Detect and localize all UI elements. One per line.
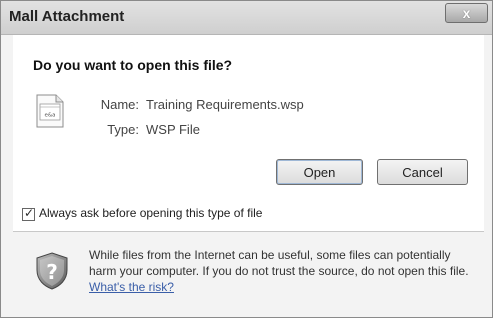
- open-button[interactable]: Open: [276, 159, 363, 185]
- always-ask-label[interactable]: Always ask before opening this type of f…: [39, 206, 262, 220]
- close-button[interactable]: x: [445, 3, 488, 23]
- svg-text:?: ?: [46, 260, 58, 284]
- file-type-value: WSP File: [146, 122, 200, 137]
- window-title: Mall Attachment: [9, 8, 125, 25]
- svg-text:e&a: e&a: [44, 113, 55, 119]
- close-icon: x: [462, 5, 471, 21]
- cancel-button[interactable]: Cancel: [377, 159, 468, 185]
- title-bar[interactable]: Mall Attachment x: [1, 1, 492, 35]
- warning-area: ? While files from the Internet can be u…: [13, 232, 484, 317]
- whats-the-risk-link[interactable]: What's the risk?: [89, 280, 174, 294]
- document-icon: e&a: [36, 94, 64, 128]
- always-ask-checkbox[interactable]: ✓: [22, 206, 35, 221]
- file-name-value: Training Requirements.wsp: [146, 97, 304, 112]
- checkmark-icon: ✓: [24, 206, 35, 220]
- warning-text: While files from the Internet can be use…: [89, 248, 469, 278]
- name-label: Name:: [100, 97, 139, 112]
- dialog-content: Do you want to open this file? e&a Name:…: [13, 35, 484, 231]
- dialog-heading: Do you want to open this file?: [33, 57, 233, 73]
- type-label: Type:: [107, 122, 139, 137]
- security-shield-icon: ?: [36, 252, 68, 290]
- mail-attachment-dialog: Mall Attachment x Do you want to open th…: [0, 0, 493, 318]
- warning-message: While files from the Internet can be use…: [89, 247, 479, 295]
